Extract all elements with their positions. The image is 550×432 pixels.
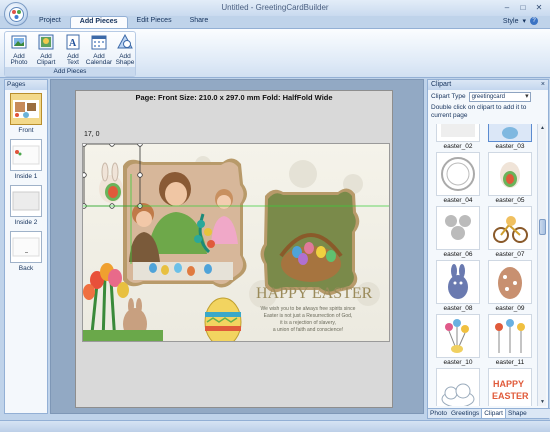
add-photo-button[interactable]: Add Photo xyxy=(7,34,31,67)
clipart-item-easter-06[interactable]: easter_06 xyxy=(436,206,480,259)
title-bar: Untitled - GreetingCardBuilder – □ ✕ xyxy=(0,0,550,16)
scroll-up-icon[interactable]: ▲ xyxy=(538,124,547,132)
window-controls: – □ ✕ xyxy=(500,2,546,13)
easter-egg-clipart xyxy=(204,297,242,341)
clipart-scrollbar[interactable]: ▲ ▼ xyxy=(537,124,546,406)
svg-text:HAPPY: HAPPY xyxy=(493,379,524,389)
group-label: Add Pieces xyxy=(5,67,135,76)
tab-shape[interactable]: Shape xyxy=(506,409,529,418)
thumbnail-image xyxy=(12,191,40,211)
page-thumb-back[interactable]: Back xyxy=(9,231,43,272)
clipart-icon xyxy=(38,34,54,50)
help-icon[interactable]: ? xyxy=(530,17,538,25)
card-verse-line: Easter is not just a Resurrection of God… xyxy=(264,313,353,319)
card-front[interactable]: HAPPY EASTER We wish you to be always fr… xyxy=(82,143,390,342)
tab-clipart[interactable]: Clipart xyxy=(481,409,506,418)
pages-panel: Pages Front Inside 1 Inside 2 Back xyxy=(4,79,48,414)
card-verse-line: We wish you to be always free spirits si… xyxy=(261,306,356,312)
close-icon[interactable]: × xyxy=(541,80,545,90)
clipart-panel: Clipart × Clipart Type greetingcard Doub… xyxy=(427,79,550,419)
svg-text:EASTER: EASTER xyxy=(492,391,529,401)
ribbon-tabs: Project Add Pieces Edit Pieces Share xyxy=(30,16,217,28)
ribbon: Add Photo Add Clipart A Add Text Add Cal… xyxy=(0,28,550,78)
close-button[interactable]: ✕ xyxy=(532,2,546,13)
maximize-button[interactable]: □ xyxy=(516,2,530,13)
page-thumbnail xyxy=(10,139,42,171)
card-artwork: HAPPY EASTER We wish you to be always fr… xyxy=(83,144,389,341)
add-shape-button[interactable]: Add Shape xyxy=(113,33,137,67)
tab-edit-pieces[interactable]: Edit Pieces xyxy=(128,16,181,28)
family-photo-frame xyxy=(123,158,247,288)
card-headline: HAPPY EASTER xyxy=(256,285,373,302)
window-title: Untitled - GreetingCardBuilder xyxy=(221,3,329,12)
shape-icon xyxy=(117,33,133,49)
scroll-down-icon[interactable]: ▼ xyxy=(538,398,547,406)
text-icon: A xyxy=(66,34,80,50)
minimize-button[interactable]: – xyxy=(500,2,514,13)
app-logo-icon xyxy=(9,7,24,22)
add-clipart-button[interactable]: Add Clipart xyxy=(32,34,60,67)
pages-panel-title: Pages xyxy=(5,80,47,90)
clipart-item-easter-08[interactable]: easter_08 xyxy=(436,260,480,313)
clipart-item-easter-02[interactable]: easter_02 xyxy=(436,124,480,151)
clipart-panel-header: Clipart × xyxy=(428,80,548,90)
page-thumb-inside-2[interactable]: Inside 2 xyxy=(9,185,43,226)
clipart-item-easter-12[interactable] xyxy=(436,368,480,406)
card-verse-line: a union of faith and conscience! xyxy=(273,327,343,333)
clipart-type-label: Clipart Type xyxy=(431,93,466,100)
page-thumbnail xyxy=(10,93,42,125)
tab-greetings[interactable]: Greetings xyxy=(449,409,481,418)
clipart-bottom-tabs: Photo Greetings Clipart Shape xyxy=(428,408,550,418)
page-thumb-front[interactable]: Front xyxy=(9,93,43,134)
clipart-help-text: Double click on clipart to add it to cur… xyxy=(431,104,527,119)
add-calendar-button[interactable]: Add Calendar xyxy=(85,34,113,67)
canvas-area[interactable]: Page: Front Size: 210.0 x 297.0 mm Fold:… xyxy=(50,79,424,414)
clipart-item-easter-11[interactable]: easter_11 xyxy=(488,314,532,367)
cursor-coordinate: 17, 0 xyxy=(84,131,100,138)
clipart-item-easter-07[interactable]: easter_07 xyxy=(488,206,532,259)
svg-text:A: A xyxy=(69,38,77,49)
clipart-item-easter-09[interactable]: easter_09 xyxy=(488,260,532,313)
style-menu[interactable]: Style ▾ ? xyxy=(503,17,538,25)
clipart-item-easter-05[interactable]: easter_05 xyxy=(488,152,532,205)
clipart-panel-title: Clipart xyxy=(431,81,452,88)
page-thumbnail xyxy=(10,185,42,217)
add-pieces-group: Add Photo Add Clipart A Add Text Add Cal… xyxy=(4,31,136,77)
clipart-item-easter-03[interactable]: easter_03 xyxy=(488,124,532,151)
basket-photo-frame xyxy=(260,188,360,296)
clipart-item-easter-13[interactable]: HAPPY EASTER xyxy=(488,368,532,406)
thumbnail-image xyxy=(12,145,40,165)
application-menu-button[interactable] xyxy=(4,2,28,26)
calendar-icon xyxy=(91,35,107,50)
clipart-item-easter-04[interactable]: easter_04 xyxy=(436,152,480,205)
scroll-thumb[interactable] xyxy=(539,219,546,235)
tab-add-pieces[interactable]: Add Pieces xyxy=(69,16,128,28)
clipart-grid: easter_02 easter_03 easter_04 easter_05 … xyxy=(432,124,536,406)
add-text-button[interactable]: A Add Text xyxy=(61,34,85,67)
thumbnail-image xyxy=(12,237,40,257)
status-bar xyxy=(0,420,550,432)
photo-icon xyxy=(11,35,27,49)
page-info: Page: Front Size: 210.0 x 297.0 mm Fold:… xyxy=(135,93,333,102)
clipart-item-easter-10[interactable]: easter_10 xyxy=(436,314,480,367)
page-thumb-inside-1[interactable]: Inside 1 xyxy=(9,139,43,180)
page-sheet[interactable]: Page: Front Size: 210.0 x 297.0 mm Fold:… xyxy=(75,90,393,408)
page-thumbnail xyxy=(10,231,42,263)
tab-share[interactable]: Share xyxy=(181,16,218,28)
chevron-down-icon: ▾ xyxy=(522,18,526,25)
tab-project[interactable]: Project xyxy=(30,16,70,28)
clipart-type-row: Clipart Type greetingcard xyxy=(428,90,548,103)
clipart-type-select[interactable]: greetingcard xyxy=(468,91,531,102)
thumbnail-image xyxy=(13,100,39,118)
card-verse-line: it is a rejection of slavery, xyxy=(280,320,336,326)
tab-photo[interactable]: Photo xyxy=(428,409,449,418)
style-menu-label: Style xyxy=(502,17,519,25)
